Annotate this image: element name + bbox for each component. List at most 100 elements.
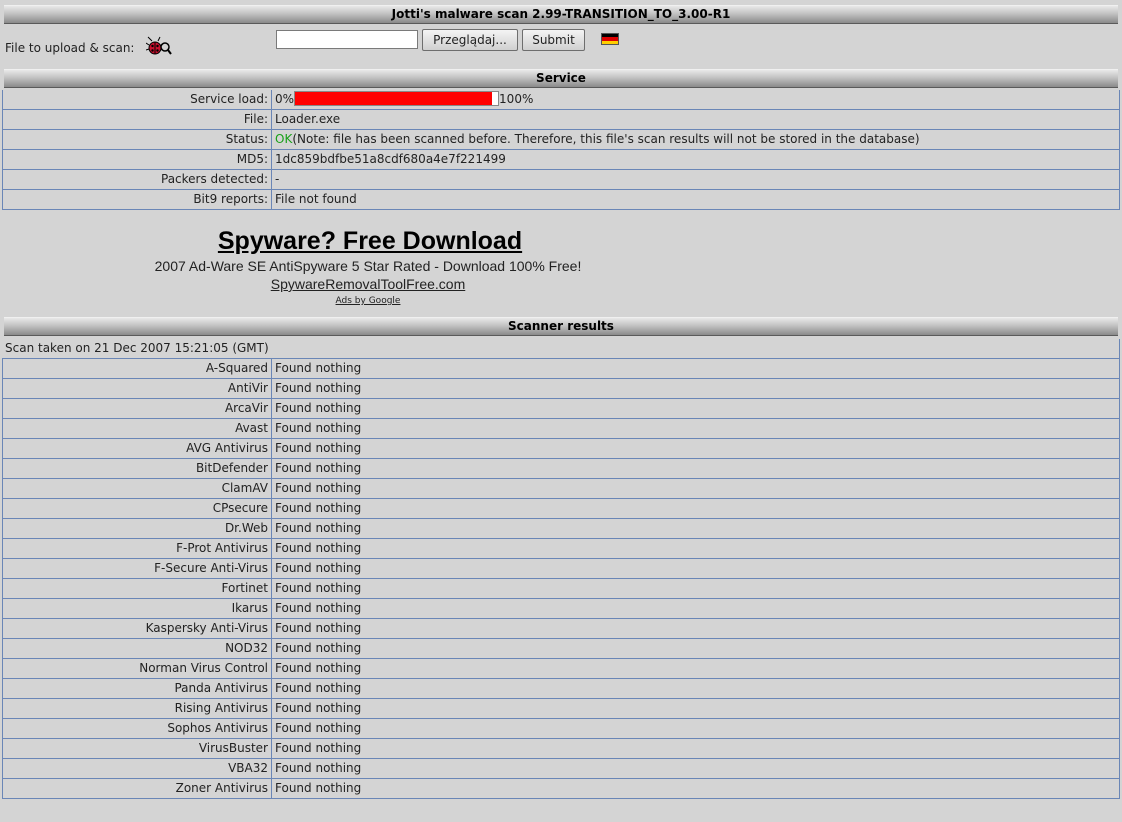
bit9-key: Bit9 reports: [2,190,272,210]
upload-label: File to upload & scan: [5,41,135,55]
scanner-name: Ikarus [2,599,272,619]
file-key: File: [2,110,272,130]
status-ok: OK [275,132,293,146]
table-row: Dr.Web Found nothing [2,519,1120,539]
scanner-name: NOD32 [2,639,272,659]
table-row: Status: OK(Note: file has been scanned b… [2,130,1120,150]
table-row: BitDefender Found nothing [2,459,1120,479]
table-row: AntiVir Found nothing [2,379,1120,399]
table-row: Avast Found nothing [2,419,1120,439]
table-row: File: Loader.exe [2,110,1120,130]
ad-description: 2007 Ad-Ware SE AntiSpyware 5 Star Rated… [154,258,582,274]
bug-icon [146,36,172,55]
service-table: Service load: 0% 100% File: Loader.exe St… [2,90,1120,210]
scanner-name: Panda Antivirus [2,679,272,699]
table-row: Packers detected: - [2,170,1120,190]
scanner-name: Rising Antivirus [2,699,272,719]
scanner-result: Found nothing [272,639,1120,659]
page-title: Jotti's malware scan 2.99-TRANSITION_TO_… [4,5,1118,24]
ad-url-link[interactable]: SpywareRemovalToolFree.com [0,275,736,293]
table-row: CPsecure Found nothing [2,499,1120,519]
scanner-name: Norman Virus Control [2,659,272,679]
service-header: Service [4,69,1118,88]
table-row: ArcaVir Found nothing [2,399,1120,419]
scanner-name: VirusBuster [2,739,272,759]
scan-taken-text: Scan taken on 21 Dec 2007 15:21:05 (GMT) [2,339,1120,359]
scanner-name: ArcaVir [2,399,272,419]
scanner-result: Found nothing [272,479,1120,499]
status-value: OK(Note: file has been scanned before. T… [272,130,1120,150]
packers-key: Packers detected: [2,170,272,190]
status-key: Status: [2,130,272,150]
scanner-header: Scanner results [4,317,1118,336]
scanner-result: Found nothing [272,599,1120,619]
bit9-value: File not found [272,190,1120,210]
scanner-result: Found nothing [272,699,1120,719]
service-load-fill [295,92,492,105]
scanner-result: Found nothing [272,579,1120,599]
status-note: (Note: file has been scanned before. The… [292,132,920,146]
german-flag-icon[interactable] [601,33,619,45]
table-row: AVG Antivirus Found nothing [2,439,1120,459]
scanner-result: Found nothing [272,519,1120,539]
table-row: Sophos Antivirus Found nothing [2,719,1120,739]
scanner-result: Found nothing [272,779,1120,799]
service-load-key: Service load: [2,90,272,110]
table-row: Zoner Antivirus Found nothing [2,779,1120,799]
scanner-result: Found nothing [272,439,1120,459]
load-min-label: 0% [275,92,295,106]
submit-button[interactable]: Submit [522,29,585,51]
scanner-result: Found nothing [272,379,1120,399]
scanner-name: CPsecure [2,499,272,519]
ads-by-google-link[interactable]: Ads by Google [0,294,736,308]
scanner-result: Found nothing [272,679,1120,699]
load-max-label: 100% [499,92,534,106]
table-row: Kaspersky Anti-Virus Found nothing [2,619,1120,639]
scanner-result: Found nothing [272,619,1120,639]
scanner-result: Found nothing [272,739,1120,759]
scanner-name: F-Secure Anti-Virus [2,559,272,579]
table-row: Fortinet Found nothing [2,579,1120,599]
scanner-result: Found nothing [272,499,1120,519]
ad-title-link[interactable]: Spyware? Free Download [0,226,740,256]
table-row: VirusBuster Found nothing [2,739,1120,759]
table-row: Ikarus Found nothing [2,599,1120,619]
scanner-result: Found nothing [272,399,1120,419]
scanner-result: Found nothing [272,559,1120,579]
table-row: F-Prot Antivirus Found nothing [2,539,1120,559]
md5-key: MD5: [2,150,272,170]
md5-value: 1dc859bdfbe51a8cdf680a4e7f221499 [272,150,1120,170]
scanner-name: Zoner Antivirus [2,779,272,799]
table-row: ClamAV Found nothing [2,479,1120,499]
scanner-result: Found nothing [272,539,1120,559]
google-ad: Spyware? Free Download 2007 Ad-Ware SE A… [0,226,740,308]
scanner-name: AntiVir [2,379,272,399]
service-load-bar [294,91,500,106]
scanner-name: ClamAV [2,479,272,499]
scanner-name: Fortinet [2,579,272,599]
service-load-value: 0% 100% [272,90,1120,110]
scanner-result: Found nothing [272,459,1120,479]
scanner-result: Found nothing [272,419,1120,439]
table-row: MD5: 1dc859bdfbe51a8cdf680a4e7f221499 [2,150,1120,170]
table-row: Rising Antivirus Found nothing [2,699,1120,719]
scanner-result: Found nothing [272,659,1120,679]
scanner-name: VBA32 [2,759,272,779]
scanner-name: Kaspersky Anti-Virus [2,619,272,639]
scanner-results-table: A-Squared Found nothing AntiVir Found nothi… [2,359,1120,799]
scanner-name: A-Squared [2,359,272,379]
table-row: A-Squared Found nothing [2,359,1120,379]
browse-button[interactable]: Przeglądaj... [422,29,518,51]
table-row: F-Secure Anti-Virus Found nothing [2,559,1120,579]
table-row: Bit9 reports: File not found [2,190,1120,210]
table-row: Service load: 0% 100% [2,90,1120,110]
scanner-result: Found nothing [272,719,1120,739]
scanner-name: Sophos Antivirus [2,719,272,739]
table-row: VBA32 Found nothing [2,759,1120,779]
upload-form: File to upload & scan: Przeglądaj... Sub… [0,29,1122,66]
table-row: Norman Virus Control Found nothing [2,659,1120,679]
file-value: Loader.exe [272,110,1120,130]
scanner-result: Found nothing [272,759,1120,779]
scanner-name: Avast [2,419,272,439]
file-path-input[interactable] [276,30,418,49]
